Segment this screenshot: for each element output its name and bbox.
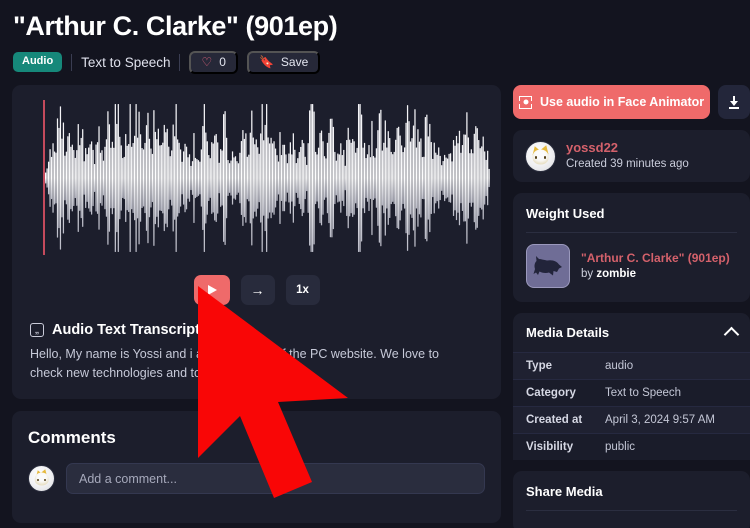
- comments-card: Comments: [12, 411, 501, 523]
- quote-icon: „: [30, 323, 44, 337]
- bookmark-icon: 🔖: [258, 55, 274, 69]
- save-label: Save: [280, 55, 309, 69]
- detail-key: Visibility: [526, 441, 574, 453]
- speed-label: 1x: [296, 284, 309, 296]
- detail-key: Type: [526, 360, 552, 372]
- skip-forward-button[interactable]: →: [240, 275, 275, 305]
- fox-icon: [533, 256, 562, 276]
- use-audio-in-face-animator-button[interactable]: Use audio in Face Animator: [513, 85, 711, 119]
- detail-value: Text to Speech: [605, 387, 682, 399]
- save-button[interactable]: 🔖 Save: [246, 50, 321, 74]
- author-name[interactable]: yossd22: [566, 140, 689, 156]
- audio-player-card: → 1x „ Audio Text Transcript Hello, My n…: [12, 85, 501, 399]
- transcript-text: Hello, My name is Yossi and i am the own…: [30, 347, 439, 380]
- fox-silhouette-thumbnail: [526, 244, 570, 288]
- waveform-svg: [45, 104, 490, 252]
- detail-value: audio: [605, 360, 634, 372]
- chevron-up-icon[interactable]: [723, 326, 740, 343]
- table-row: Type audio: [513, 352, 750, 379]
- page-title: "Arthur C. Clarke" (901ep): [13, 11, 338, 41]
- heart-icon: ♡: [201, 55, 213, 69]
- comments-title: Comments: [28, 428, 116, 447]
- avatar: [28, 465, 55, 492]
- detail-value: public: [605, 441, 636, 453]
- download-button[interactable]: [718, 85, 750, 119]
- divider: [179, 53, 181, 71]
- by-prefix: by: [581, 268, 597, 280]
- author-created-time: Created 39 minutes ago: [566, 158, 689, 170]
- play-button[interactable]: [193, 275, 230, 305]
- content-columns: → 1x „ Audio Text Transcript Hello, My n…: [12, 85, 750, 528]
- transcript-section: „ Audio Text Transcript Hello, My name i…: [21, 312, 492, 399]
- transcript-title: Audio Text Transcript: [52, 322, 200, 338]
- category-label: Text to Speech: [81, 54, 171, 70]
- page-header: "Arthur C. Clarke" (901ep) Audio Text to…: [12, 0, 738, 74]
- left-column: → 1x „ Audio Text Transcript Hello, My n…: [12, 85, 501, 523]
- comment-input[interactable]: [66, 463, 485, 494]
- weight-used-item[interactable]: "Arthur C. Clarke" (901ep) by zombie: [513, 233, 750, 302]
- sidebar-actions: Use audio in Face Animator: [513, 85, 750, 119]
- author-card[interactable]: yossd22 Created 39 minutes ago: [513, 130, 750, 182]
- table-row: Created at April 3, 2024 9:57 AM: [513, 406, 750, 433]
- detail-key: Category: [526, 387, 576, 399]
- media-details-card: Media Details Type audio Category Text to S…: [513, 313, 750, 460]
- media-details-header[interactable]: Media Details: [513, 313, 750, 352]
- playhead-indicator[interactable]: [43, 100, 45, 255]
- avatar: [525, 140, 556, 172]
- player-controls: → 1x: [21, 268, 492, 312]
- detail-key: Created at: [526, 414, 583, 426]
- media-details-table: Type audio Category Text to Speech Created a…: [513, 352, 750, 460]
- weight-author-name[interactable]: zombie: [596, 268, 636, 280]
- like-count: 0: [219, 55, 226, 69]
- weight-author: by zombie: [581, 266, 730, 282]
- playback-speed-button[interactable]: 1x: [285, 275, 320, 305]
- arrow-right-icon: →: [250, 282, 265, 298]
- weight-used-card: Weight Used "Arthur C. Clarke" (901ep) b…: [513, 193, 750, 302]
- weight-name[interactable]: "Arthur C. Clarke" (901ep): [581, 250, 730, 266]
- play-icon: [208, 285, 217, 295]
- face-scan-icon: [519, 95, 532, 109]
- media-details-title: Media Details: [526, 325, 610, 340]
- avatar-eye-right: [543, 156, 547, 159]
- comment-compose-row: [28, 463, 485, 494]
- status-badge-audio: Audio: [13, 52, 63, 72]
- right-column: Use audio in Face Animator yossd22 Creat…: [513, 85, 750, 528]
- share-media-title: Share Media: [526, 484, 603, 499]
- table-row: Visibility public: [513, 433, 750, 460]
- weight-used-title: Weight Used: [526, 206, 605, 221]
- transcript-header: „ Audio Text Transcript: [30, 322, 480, 338]
- table-row: Category Text to Speech: [513, 379, 750, 406]
- like-button[interactable]: ♡ 0: [189, 50, 238, 74]
- divider: [71, 53, 73, 71]
- header-meta-row: Audio Text to Speech ♡ 0 🔖 Save: [12, 50, 738, 74]
- author-info: yossd22 Created 39 minutes ago: [566, 140, 689, 172]
- share-media-card: Share Media: [513, 471, 750, 528]
- download-icon: [728, 95, 740, 109]
- waveform-display[interactable]: [21, 94, 492, 262]
- detail-value: April 3, 2024 9:57 AM: [605, 414, 715, 426]
- face-animator-label: Use audio in Face Animator: [540, 95, 705, 109]
- page-root: "Arthur C. Clarke" (901ep) Audio Text to…: [0, 0, 750, 528]
- weight-used-info: "Arthur C. Clarke" (901ep) by zombie: [581, 250, 730, 282]
